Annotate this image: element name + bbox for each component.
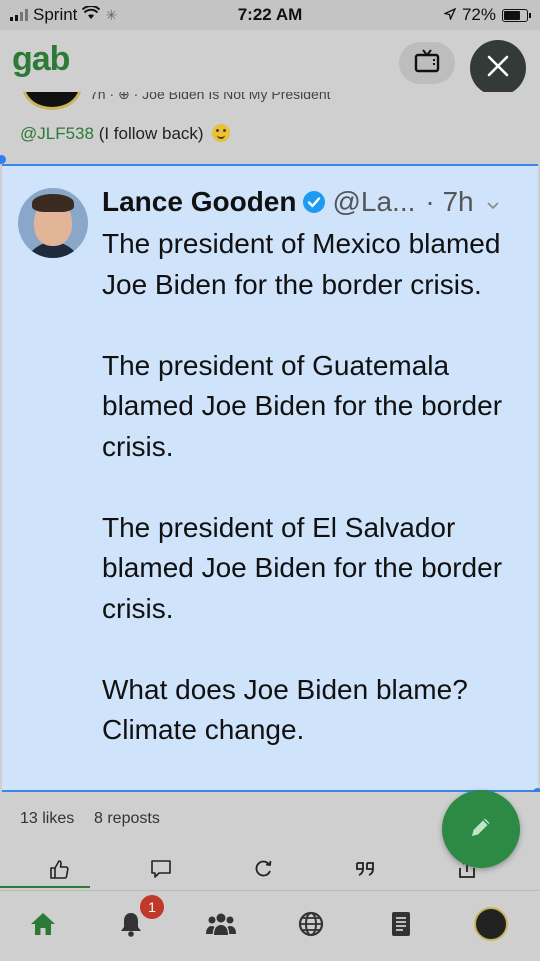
tweet-paragraph: The president of Guatemala blamed Joe Bi… bbox=[102, 349, 503, 462]
tweet-time: · 7h bbox=[425, 186, 474, 217]
pencil-icon bbox=[467, 813, 495, 846]
tweet-body: The president of Mexico blamed Joe Biden… bbox=[102, 224, 532, 790]
background-post: 7h · ⊕ · Joe Biden Is Not My President @… bbox=[0, 92, 540, 164]
embedded-tweet-image: Lance Gooden @La... · 7h The president o… bbox=[2, 164, 538, 792]
post-mention-line: @JLF538 (I follow back) bbox=[20, 124, 231, 144]
mention-link[interactable]: @JLF538 bbox=[20, 124, 94, 143]
bottom-navigation: 1 bbox=[0, 890, 540, 961]
avatar bbox=[22, 92, 82, 110]
status-bar: Sprint ✳ 7:22 AM 72% bbox=[0, 0, 540, 30]
chevron-down-icon bbox=[486, 186, 500, 218]
location-arrow-icon bbox=[442, 5, 457, 25]
tv-icon bbox=[414, 48, 440, 78]
tweet-header: Lance Gooden @La... · 7h bbox=[102, 184, 532, 220]
active-action-underline bbox=[0, 886, 90, 888]
repost-icon[interactable] bbox=[248, 854, 278, 884]
explore-icon[interactable] bbox=[294, 907, 328, 941]
close-icon bbox=[487, 55, 509, 82]
tweet-avatar bbox=[18, 188, 88, 258]
close-button[interactable] bbox=[470, 40, 526, 96]
notification-badge: 1 bbox=[140, 895, 164, 919]
reposts-count[interactable]: 8 reposts bbox=[94, 810, 160, 828]
tweet-paragraph: The president of Mexico blamed Joe Biden… bbox=[102, 228, 501, 300]
likes-count[interactable]: 13 likes bbox=[20, 810, 74, 828]
tweet-author-name: Lance Gooden bbox=[102, 186, 297, 217]
home-icon[interactable] bbox=[26, 907, 60, 941]
mention-text: (I follow back) bbox=[98, 124, 204, 143]
comment-icon[interactable] bbox=[146, 854, 176, 884]
tv-button[interactable] bbox=[399, 42, 455, 84]
tweet-paragraph: The president of El Salvador blamed Joe … bbox=[102, 511, 503, 624]
compose-button[interactable] bbox=[442, 790, 520, 868]
like-icon[interactable] bbox=[44, 854, 74, 884]
news-icon[interactable] bbox=[384, 907, 418, 941]
battery-percent: 72% bbox=[461, 5, 496, 24]
groups-icon[interactable] bbox=[204, 907, 238, 941]
post-meta: 7h · ⊕ · Joe Biden Is Not My President bbox=[90, 92, 331, 102]
battery-icon bbox=[502, 8, 531, 22]
quote-icon[interactable] bbox=[350, 854, 380, 884]
tweet-handle: @La... bbox=[332, 186, 416, 217]
verified-badge-icon bbox=[302, 190, 326, 214]
profile-avatar[interactable] bbox=[474, 907, 508, 941]
gab-logo[interactable]: gab bbox=[12, 40, 70, 79]
smiley-emoji-icon bbox=[212, 124, 231, 142]
tweet-paragraph: What does Joe Biden blame? Climate chang… bbox=[102, 673, 468, 746]
app-header: gab bbox=[0, 30, 540, 96]
